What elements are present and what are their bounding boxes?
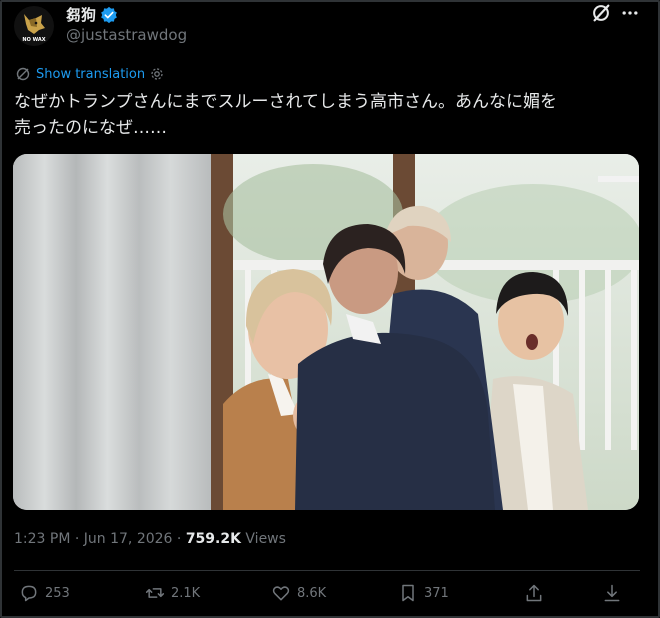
display-name-row[interactable]: 芻狗: [66, 4, 118, 25]
verified-badge-icon: [101, 6, 117, 23]
svg-text:NO WAX: NO WAX: [22, 37, 45, 43]
tweet-text: なぜかトランプさんにまでスルーされてしまう高市さん。あんなに媚を 売ったのになぜ…: [14, 89, 644, 141]
tweet-date[interactable]: Jun 17, 2026: [84, 531, 173, 547]
translate-gear-icon[interactable]: [150, 67, 164, 81]
reply-button[interactable]: 253: [19, 583, 70, 603]
tweet-meta: 1:23 PM · Jun 17, 2026 · 759.2K Views: [14, 531, 286, 547]
views-label: Views: [245, 531, 286, 547]
share-button[interactable]: [524, 583, 544, 603]
repost-button[interactable]: 2.1K: [145, 583, 200, 603]
meta-separator: ·: [74, 531, 80, 547]
download-button[interactable]: [602, 583, 622, 603]
display-name[interactable]: 芻狗: [66, 4, 96, 25]
action-bar: 253 2.1K 8.6K 371: [0, 583, 660, 611]
bookmark-icon: [402, 584, 414, 602]
meta-separator: ·: [176, 531, 182, 547]
like-icon: [272, 586, 290, 601]
tweet-text-line-1: なぜかトランプさんにまでスルーされてしまう高市さん。あんなに媚を: [14, 92, 557, 112]
download-icon: [604, 584, 620, 602]
reply-count: 253: [45, 585, 70, 601]
show-translation-label[interactable]: Show translation: [36, 67, 145, 82]
video-frame-image: [13, 154, 639, 510]
user-handle[interactable]: @justastrawdog: [66, 26, 187, 44]
show-translation-link[interactable]: Show translation: [15, 66, 164, 82]
divider: [14, 570, 640, 571]
bookmark-button[interactable]: 371: [398, 583, 449, 603]
like-button[interactable]: 8.6K: [271, 583, 326, 603]
more-icon[interactable]: [620, 4, 640, 22]
dog-logo-icon: NO WAX: [14, 6, 54, 46]
repost-icon: [145, 588, 165, 598]
bookmark-count: 371: [424, 585, 449, 601]
tweet-text-line-2: 売ったのになぜ……: [14, 118, 167, 138]
grok-icon[interactable]: [590, 2, 612, 24]
tweet-time[interactable]: 1:23 PM: [14, 531, 70, 547]
like-count: 8.6K: [297, 585, 327, 601]
views-count: 759.2K: [185, 531, 241, 547]
share-icon: [526, 584, 542, 602]
reply-icon: [21, 585, 37, 602]
translate-icon: [16, 67, 30, 81]
repost-count: 2.1K: [171, 585, 201, 601]
avatar[interactable]: NO WAX: [14, 6, 54, 46]
tweet-video[interactable]: [13, 154, 639, 510]
